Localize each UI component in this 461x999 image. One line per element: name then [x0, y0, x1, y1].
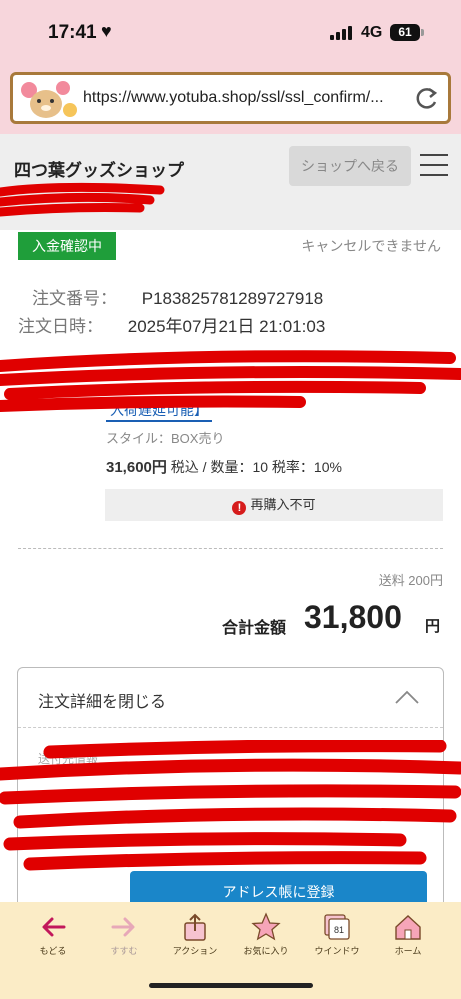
item-price: 31,600円 — [106, 459, 167, 476]
toolbar-back-label: もどる — [39, 946, 67, 956]
back-to-shop-button[interactable]: ショップへ戻る — [289, 146, 411, 186]
arrow-left-icon — [42, 917, 66, 937]
toolbar-action-label: アクション — [172, 946, 218, 956]
details-toggle[interactable]: 注文詳細を閉じる — [18, 668, 443, 728]
order-number-row: 注文番号： P183825781289727918 — [32, 284, 323, 309]
window-count: 81 — [334, 925, 344, 935]
toolbar-action-button[interactable]: アクション — [160, 912, 230, 957]
home-indicator[interactable] — [149, 983, 313, 988]
hamburger-menu-icon[interactable] — [420, 154, 448, 178]
order-date-row: 注文日時： 2025年07月21日 21:01:03 — [18, 312, 325, 337]
order-number: P183825781289727918 — [141, 289, 324, 308]
reload-icon[interactable] — [414, 85, 440, 111]
shipping-fee: 送料 200円 — [378, 573, 443, 588]
redaction-scribble — [0, 182, 165, 217]
total-label: 合計金額 — [222, 620, 287, 637]
network-type: 4G — [361, 24, 383, 41]
heart-icon: ♥ — [101, 21, 112, 41]
windows-icon: 81 — [324, 914, 350, 940]
cancel-note: キャンセルできません — [301, 238, 441, 254]
rebuy-label: 再購入不可 — [250, 497, 316, 512]
toolbar-home-button[interactable]: ホーム — [373, 912, 443, 957]
clock: 17:41 — [48, 22, 97, 43]
toolbar-windows-button[interactable]: 81 ウインドウ — [302, 912, 372, 957]
toolbar-windows-label: ウインドウ — [314, 946, 360, 956]
mascot-icon — [21, 81, 77, 118]
url-bar[interactable]: https://www.yotuba.shop/ssl/ssl_confirm/… — [10, 72, 451, 124]
shop-name[interactable]: 四つ葉グッズショップ — [14, 156, 184, 181]
home-icon — [395, 915, 421, 940]
battery-icon: 61 — [390, 24, 420, 41]
arrow-right-icon — [111, 917, 135, 937]
order-date-label: 注文日時： — [18, 317, 103, 336]
toolbar-back-button[interactable]: もどる — [18, 912, 88, 957]
chevron-up-icon[interactable] — [395, 690, 419, 704]
share-icon — [184, 913, 206, 941]
star-icon — [251, 912, 281, 941]
warning-icon: ! — [232, 501, 247, 515]
toolbar-forward-button[interactable]: すすむ — [89, 912, 159, 957]
redaction-scribble — [0, 350, 461, 412]
divider — [18, 548, 443, 549]
signal-icon — [330, 26, 354, 40]
toolbar-favorites-label: お気に入り — [243, 946, 289, 956]
toolbar-home-label: ホーム — [394, 946, 422, 956]
total-amount: 31,800 — [304, 599, 402, 635]
browser-chrome: 17:41 ♥ 4G 61 https://www.yotuba.shop/ss… — [0, 0, 461, 134]
item-price-detail: 税込 / 数量：10 税率：10% — [166, 459, 342, 475]
url-text[interactable]: https://www.yotuba.shop/ssl/ssl_confirm/… — [83, 89, 384, 107]
order-date: 2025年07月21日 21:01:03 — [127, 317, 326, 336]
toolbar-favorites-button[interactable]: お気に入り — [231, 912, 301, 957]
rebuy-unavailable-notice: ! 再購入不可 — [105, 489, 443, 521]
details-toggle-label: 注文詳細を閉じる — [38, 694, 167, 711]
item-price-line: 31,600円 税込 / 数量：10 税率：10% — [106, 456, 342, 477]
item-style: スタイル：BOX売り — [106, 431, 225, 446]
status-badge: 入金確認中 — [18, 232, 116, 260]
order-number-label: 注文番号： — [32, 289, 117, 308]
battery-tip — [421, 29, 424, 36]
toolbar-forward-label: すすむ — [110, 946, 138, 956]
redaction-scribble — [0, 740, 461, 871]
status-bar: 17:41 ♥ 4G 61 — [0, 0, 461, 66]
total-unit: 円 — [425, 618, 441, 635]
